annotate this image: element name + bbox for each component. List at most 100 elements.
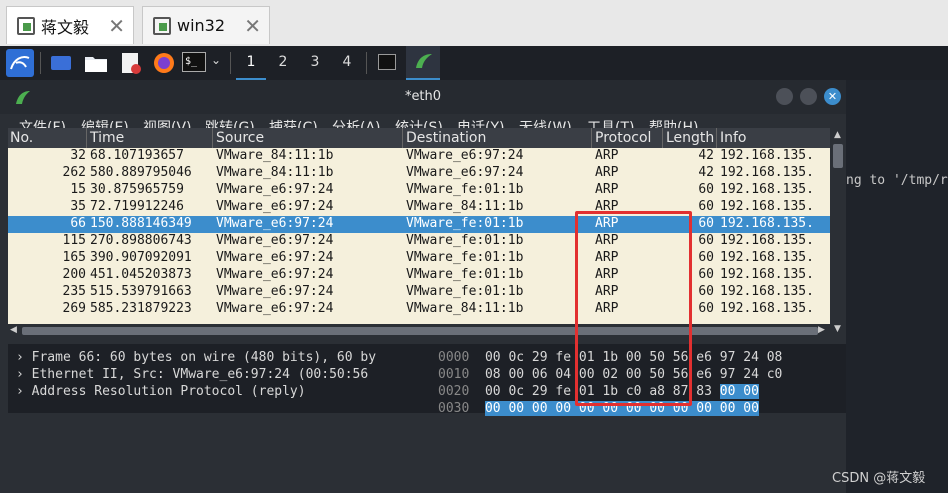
table-row[interactable]: 269 585.231879223 VMware_e6:97:24 VMware_84…	[8, 301, 830, 318]
close-icon[interactable]: ✕	[108, 14, 125, 38]
cell-dst: VMware_fe:01:1b	[406, 182, 524, 197]
cell-no: 115	[62, 233, 86, 248]
workspace-4[interactable]: 4	[332, 46, 362, 78]
table-row[interactable]: 262 580.889795046 VMware_84:11:1b VMware_e6…	[8, 165, 830, 182]
cell-info: 192.168.135.	[720, 301, 814, 316]
cell-info: 192.168.135.	[720, 233, 814, 248]
cell-src: VMware_e6:97:24	[216, 267, 334, 282]
col-protocol[interactable]: Protocol	[595, 130, 651, 146]
protocol-highlight-box	[575, 211, 692, 406]
workspace-3[interactable]: 3	[300, 46, 330, 78]
expand-arrow-icon[interactable]: ›	[16, 350, 32, 365]
table-row[interactable]: 15 30.875965759 VMware_e6:97:24 VMware_fe:0…	[8, 182, 830, 199]
window-title: *eth0	[404, 89, 442, 104]
cell-no: 165	[62, 250, 86, 265]
firefox-icon[interactable]	[152, 51, 176, 75]
packet-list-header: No. Time Source Destination Protocol Len…	[8, 128, 830, 148]
terminal-text: ng to '/tmp/r	[846, 173, 948, 188]
cell-time: 515.539791663	[90, 284, 192, 299]
expand-arrow-icon[interactable]: ›	[16, 384, 32, 399]
packet-list-vscroll[interactable]: ▲ ▼	[830, 128, 846, 337]
cell-src: VMware_e6:97:24	[216, 199, 334, 214]
workspace-2[interactable]: 2	[268, 46, 298, 78]
table-row[interactable]: 165 390.907092091 VMware_e6:97:24 VMware_fe…	[8, 250, 830, 267]
cell-info: 192.168.135.	[720, 182, 814, 197]
cell-time: 390.907092091	[90, 250, 192, 265]
cell-no: 32	[70, 148, 86, 163]
cell-src: VMware_e6:97:24	[216, 284, 334, 299]
cell-time: 72.719912246	[90, 199, 184, 214]
cell-info: 192.168.135.	[720, 216, 814, 231]
detail-ethernet[interactable]: › Ethernet II, Src: VMware_e6:97:24 (00:…	[16, 367, 368, 382]
cell-src: VMware_e6:97:24	[216, 182, 334, 197]
cell-time: 270.898806743	[90, 233, 192, 248]
wireshark-icon	[416, 54, 432, 68]
cell-len: 42	[698, 148, 714, 163]
cell-dst: VMware_fe:01:1b	[406, 267, 524, 282]
cell-time: 30.875965759	[90, 182, 184, 197]
cell-info: 192.168.135.	[720, 148, 814, 163]
cell-len: 60	[698, 182, 714, 197]
cell-no: 200	[62, 267, 86, 282]
table-row[interactable]: 35 72.719912246 VMware_e6:97:24 VMware_84:1…	[8, 199, 830, 216]
cell-no: 66	[70, 216, 86, 231]
detail-frame[interactable]: › Frame 66: 60 bytes on wire (480 bits),…	[16, 350, 376, 365]
maximize-button[interactable]	[800, 88, 817, 105]
vm-icon	[17, 16, 35, 35]
col-length[interactable]: Length	[666, 130, 714, 146]
cell-dst: VMware_fe:01:1b	[406, 216, 524, 231]
wireshark-task[interactable]	[406, 46, 440, 80]
cell-src: VMware_e6:97:24	[216, 301, 334, 316]
desktop-panel: $_ ⌄ 1 2 3 4	[0, 46, 948, 81]
cell-info: 192.168.135.	[720, 250, 814, 265]
outer-tab-0[interactable]: 蒋文毅 ✕	[6, 6, 134, 44]
cell-time: 585.231879223	[90, 301, 192, 316]
expand-arrow-icon[interactable]: ›	[16, 367, 32, 382]
col-source[interactable]: Source	[216, 130, 264, 146]
cell-dst: VMware_fe:01:1b	[406, 284, 524, 299]
workspace-1[interactable]: 1	[236, 46, 266, 80]
cell-dst: VMware_e6:97:24	[406, 148, 524, 163]
cell-no: 15	[70, 182, 86, 197]
close-button[interactable]: ✕	[824, 88, 841, 105]
table-row[interactable]: 32 68.107193657 VMware_84:11:1b VMware_e6:9…	[8, 148, 830, 165]
kali-menu-icon[interactable]	[6, 49, 34, 77]
packet-list-hscroll[interactable]: ◀ ▶	[8, 324, 830, 338]
outer-tab-label: 蒋文毅	[41, 17, 90, 37]
minimize-button[interactable]	[776, 88, 793, 105]
packet-details-pane: › Frame 66: 60 bytes on wire (480 bits),…	[8, 344, 430, 413]
outer-tab-label: win32	[177, 16, 226, 35]
cell-dst: VMware_84:11:1b	[406, 199, 524, 214]
cell-src: VMware_84:11:1b	[216, 148, 334, 163]
window-titlebar[interactable]: *eth0 ✕	[0, 80, 846, 114]
cell-proto: ARP	[595, 165, 619, 180]
table-row[interactable]: 235 515.539791663 VMware_e6:97:24 VMware_fe…	[8, 284, 830, 301]
detail-arp[interactable]: › Address Resolution Protocol (reply)	[16, 384, 306, 399]
cell-len: 42	[698, 165, 714, 180]
outer-tab-1[interactable]: win32 ✕	[142, 6, 270, 44]
cell-src: VMware_e6:97:24	[216, 233, 334, 248]
col-no[interactable]: No.	[10, 130, 33, 146]
cell-info: 192.168.135.	[720, 165, 814, 180]
cell-proto: ARP	[595, 148, 619, 163]
col-time[interactable]: Time	[90, 130, 124, 146]
col-info[interactable]: Info	[720, 130, 747, 146]
table-row[interactable]: 115 270.898806743 VMware_e6:97:24 VMware_fe…	[8, 233, 830, 250]
text-editor-icon[interactable]	[120, 51, 142, 75]
table-row[interactable]: 200 451.045203873 VMware_e6:97:24 VMware_fe…	[8, 267, 830, 284]
close-icon[interactable]: ✕	[244, 14, 261, 38]
outer-tab-bar: 蒋文毅 ✕ win32 ✕	[0, 0, 948, 46]
col-destination[interactable]: Destination	[406, 130, 486, 146]
cell-info: 192.168.135.	[720, 199, 814, 214]
terminal-task-icon[interactable]	[378, 54, 396, 70]
cell-time: 150.888146349	[90, 216, 192, 231]
desktop-icon[interactable]	[50, 54, 72, 72]
folder-icon[interactable]	[84, 53, 108, 73]
terminal-launcher-icon[interactable]: $_	[182, 52, 206, 72]
cell-dst: VMware_84:11:1b	[406, 301, 524, 316]
cell-src: VMware_e6:97:24	[216, 250, 334, 265]
table-row[interactable]: 66 150.888146349 VMware_e6:97:24 VMware_fe:…	[8, 216, 830, 233]
chevron-down-icon[interactable]: ⌄	[211, 53, 221, 67]
cell-no: 269	[62, 301, 86, 316]
watermark: CSDN @蒋文毅	[832, 471, 926, 486]
